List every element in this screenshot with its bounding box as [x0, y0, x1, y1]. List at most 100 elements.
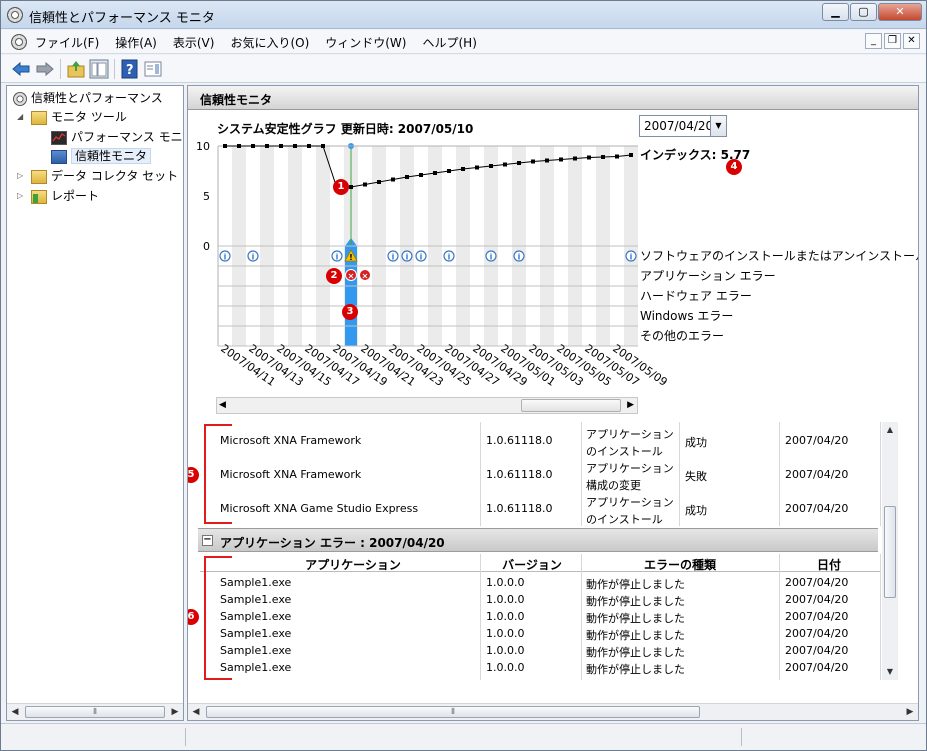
- scroll-up-arrow-icon[interactable]: ▲: [882, 422, 898, 438]
- stability-data-point[interactable]: [545, 158, 549, 163]
- chart-horizontal-scrollbar[interactable]: ◀ ▶: [216, 397, 638, 414]
- forward-arrow-icon[interactable]: [35, 59, 55, 79]
- stability-data-point[interactable]: [251, 144, 255, 148]
- scroll-right-arrow-icon[interactable]: ▶: [167, 704, 183, 720]
- col-header-error-type[interactable]: エラーの種類: [581, 556, 779, 573]
- stability-data-point[interactable]: [405, 175, 409, 179]
- scroll-down-arrow-icon[interactable]: ▼: [882, 664, 898, 680]
- mdi-minimize-button[interactable]: _: [865, 33, 882, 49]
- table-vertical-scrollbar[interactable]: ▲ ▼: [882, 422, 898, 680]
- maximize-button[interactable]: ▢: [850, 3, 877, 21]
- pane-scroll-left-arrow-icon[interactable]: ◀: [188, 704, 204, 720]
- menu-action[interactable]: 操作(A): [115, 34, 157, 51]
- upper-activity-line1: アプリケーション: [586, 496, 674, 509]
- upper-activity-line1: アプリケーション: [586, 428, 674, 441]
- stability-data-point[interactable]: [475, 165, 479, 170]
- tree-scroll-thumb[interactable]: ⦀: [25, 706, 165, 718]
- stability-data-point[interactable]: [237, 144, 241, 148]
- scroll-left-arrow-icon[interactable]: ◀: [7, 704, 23, 720]
- error-type: 動作が停止しました: [586, 663, 685, 676]
- stability-data-point[interactable]: [377, 180, 381, 184]
- error-table-row[interactable]: Sample1.exe 1.0.0.0 動作が停止しました 2007/04/20: [220, 644, 900, 659]
- col-header-application[interactable]: アプリケーション: [220, 556, 486, 573]
- callout-marker-2: 2: [326, 268, 342, 284]
- pane-scroll-right-arrow-icon[interactable]: ▶: [902, 704, 918, 720]
- collapsed-triangle-icon[interactable]: ▷: [17, 191, 23, 200]
- col-header-version[interactable]: バージョン: [482, 556, 582, 573]
- tree-item-reports[interactable]: レポート: [31, 187, 99, 204]
- stability-data-point[interactable]: [419, 173, 423, 177]
- stability-data-point[interactable]: [433, 171, 437, 175]
- tree-item-reliability-monitor[interactable]: 信頼性モニタ: [51, 147, 152, 164]
- stability-data-point[interactable]: [587, 155, 591, 160]
- stability-data-point[interactable]: [447, 169, 451, 173]
- tree-reports-label: レポート: [51, 189, 100, 203]
- stability-data-point[interactable]: [531, 159, 535, 164]
- chart-scroll-thumb[interactable]: [521, 399, 621, 412]
- tree-root[interactable]: 信頼性とパフォーマンス: [13, 89, 163, 106]
- stability-data-point[interactable]: [489, 164, 493, 168]
- tree-item-monitor-tools[interactable]: モニタ ツール: [31, 108, 127, 125]
- menu-help[interactable]: ヘルプ(H): [422, 34, 476, 51]
- tree-item-data-collector[interactable]: データ コレクタ セット: [31, 167, 178, 184]
- tree-horizontal-scrollbar[interactable]: ◀ ⦀ ▶: [7, 703, 183, 720]
- stability-data-point[interactable]: [349, 185, 353, 189]
- menu-favorites[interactable]: お気に入り(O): [230, 34, 309, 51]
- mdi-system-icon[interactable]: [11, 34, 27, 50]
- stability-data-point[interactable]: [223, 144, 227, 148]
- up-folder-icon[interactable]: [66, 59, 86, 79]
- minimize-button[interactable]: ▁: [822, 3, 849, 21]
- expanded-triangle-icon[interactable]: ◢: [17, 112, 23, 121]
- app-error-group-header[interactable]: − アプリケーション エラー : 2007/04/20: [198, 528, 878, 552]
- error-table-row[interactable]: Sample1.exe 1.0.0.0 動作が停止しました 2007/04/20: [220, 627, 900, 642]
- date-select[interactable]: 2007/04/20 ▼: [639, 115, 727, 137]
- pane-header: 信頼性モニタ: [188, 86, 918, 110]
- menu-view[interactable]: 表示(V): [173, 34, 215, 51]
- stability-data-point[interactable]: [279, 144, 283, 148]
- stability-data-point[interactable]: [307, 144, 311, 148]
- help-icon[interactable]: ?: [120, 59, 140, 79]
- mdi-restore-button[interactable]: ❐: [884, 33, 901, 49]
- action-pane-icon[interactable]: [143, 59, 163, 79]
- menu-window[interactable]: ウィンドウ(W): [325, 34, 406, 51]
- stability-data-point[interactable]: [321, 144, 325, 148]
- warning-glyph: !: [349, 253, 353, 262]
- stability-data-point[interactable]: [461, 167, 465, 171]
- error-table-row[interactable]: Sample1.exe 1.0.0.0 動作が停止しました 2007/04/20: [220, 661, 900, 676]
- show-hide-tree-icon[interactable]: [89, 59, 109, 79]
- stability-data-point[interactable]: [363, 182, 367, 187]
- error-type: 動作が停止しました: [586, 629, 685, 642]
- stability-data-point[interactable]: [503, 162, 507, 167]
- stability-data-point[interactable]: [517, 161, 521, 165]
- stability-data-point[interactable]: [573, 156, 577, 161]
- chart-scroll-left-arrow-icon[interactable]: ◀: [219, 398, 226, 413]
- stability-data-point[interactable]: [559, 157, 563, 162]
- stability-data-point[interactable]: [615, 154, 619, 159]
- mdi-close-button[interactable]: ✕: [903, 33, 920, 49]
- stability-data-point[interactable]: [265, 144, 269, 148]
- close-button[interactable]: ✕: [878, 3, 922, 21]
- collapsed-triangle-icon[interactable]: ▷: [17, 171, 23, 180]
- stability-data-point[interactable]: [293, 144, 297, 148]
- chart-scroll-right-arrow-icon[interactable]: ▶: [627, 398, 634, 413]
- tree-item-performance-monitor[interactable]: パフォーマンス モニ: [51, 128, 183, 145]
- stability-chart[interactable]: 1050i i i i i i i i i i!× ×2007/04/112007/04/13200…: [188, 138, 688, 393]
- title-bar[interactable]: 信頼性とパフォーマンス モニタ ▁ ▢ ✕: [1, 1, 926, 29]
- collapse-minus-icon[interactable]: −: [202, 535, 213, 546]
- toolbar: ?: [1, 55, 926, 83]
- pane-horizontal-scrollbar[interactable]: ◀ ⦀ ▶: [188, 703, 918, 720]
- stability-data-point[interactable]: [391, 177, 395, 182]
- stability-data-point[interactable]: [601, 155, 605, 159]
- pane-scroll-thumb[interactable]: ⦀: [206, 706, 700, 718]
- menu-file[interactable]: ファイル(F): [35, 34, 99, 51]
- error-table-row[interactable]: Sample1.exe 1.0.0.0 動作が停止しました 2007/04/20: [220, 593, 900, 608]
- table-scroll-thumb[interactable]: [884, 506, 896, 598]
- upper-activity-line1: アプリケーション: [586, 462, 674, 475]
- back-arrow-icon[interactable]: [11, 59, 31, 79]
- col-header-date[interactable]: 日付: [780, 556, 878, 573]
- dropdown-arrow-icon[interactable]: ▼: [710, 116, 726, 136]
- error-table-row[interactable]: Sample1.exe 1.0.0.0 動作が停止しました 2007/04/20: [220, 576, 900, 591]
- callout-marker-5: 5: [188, 467, 199, 483]
- error-table-row[interactable]: Sample1.exe 1.0.0.0 動作が停止しました 2007/04/20: [220, 610, 900, 625]
- stability-data-point[interactable]: [629, 153, 633, 157]
